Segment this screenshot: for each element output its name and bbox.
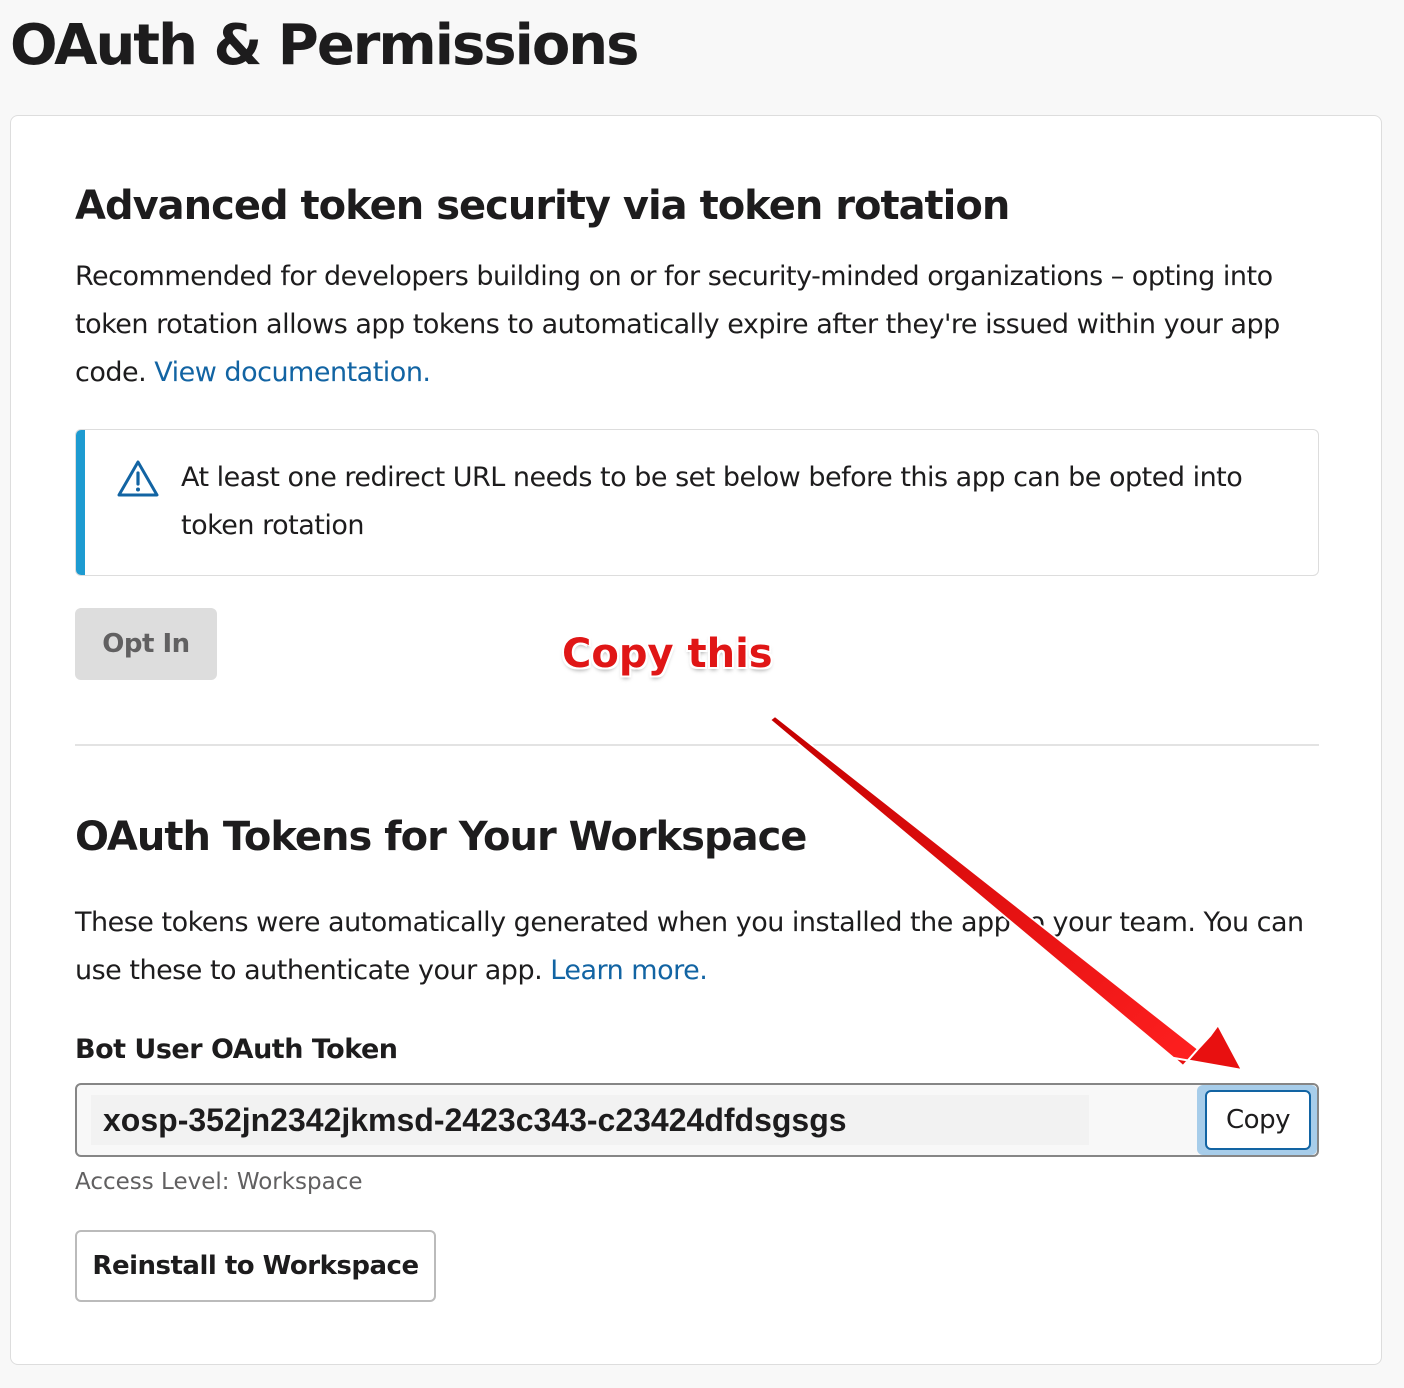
- section-divider: [75, 744, 1319, 746]
- opt-in-button[interactable]: Opt In: [75, 608, 217, 680]
- bot-token-label: Bot User OAuth Token: [75, 1034, 398, 1065]
- access-level-text: Access Level: Workspace: [75, 1169, 363, 1195]
- oauth-tokens-description: These tokens were automatically generate…: [75, 899, 1319, 995]
- reinstall-to-workspace-button[interactable]: Reinstall to Workspace: [75, 1230, 436, 1302]
- redirect-url-notice: At least one redirect URL needs to be se…: [75, 429, 1319, 576]
- view-documentation-link[interactable]: View documentation.: [154, 357, 431, 388]
- copy-token-button[interactable]: Copy: [1205, 1090, 1311, 1150]
- learn-more-link[interactable]: Learn more.: [550, 955, 708, 986]
- annotation-label: Copy this: [562, 631, 773, 677]
- notice-text: At least one redirect URL needs to be se…: [181, 462, 1243, 541]
- settings-card: Advanced token security via token rotati…: [10, 115, 1382, 1365]
- token-rotation-description: Recommended for developers building on o…: [75, 253, 1319, 397]
- notice-accent-bar: [76, 430, 85, 575]
- oauth-permissions-page: OAuth & Permissions Advanced token secur…: [0, 0, 1404, 1388]
- bot-token-field: xosp-352jn2342jkmsd-2423c343-c23424dfdsg…: [75, 1083, 1319, 1157]
- warning-triangle-icon: [117, 460, 159, 497]
- token-rotation-heading: Advanced token security via token rotati…: [75, 183, 1010, 229]
- page-title: OAuth & Permissions: [10, 13, 639, 78]
- oauth-tokens-heading: OAuth Tokens for Your Workspace: [75, 814, 807, 860]
- bot-token-value[interactable]: xosp-352jn2342jkmsd-2423c343-c23424dfdsg…: [91, 1095, 1089, 1145]
